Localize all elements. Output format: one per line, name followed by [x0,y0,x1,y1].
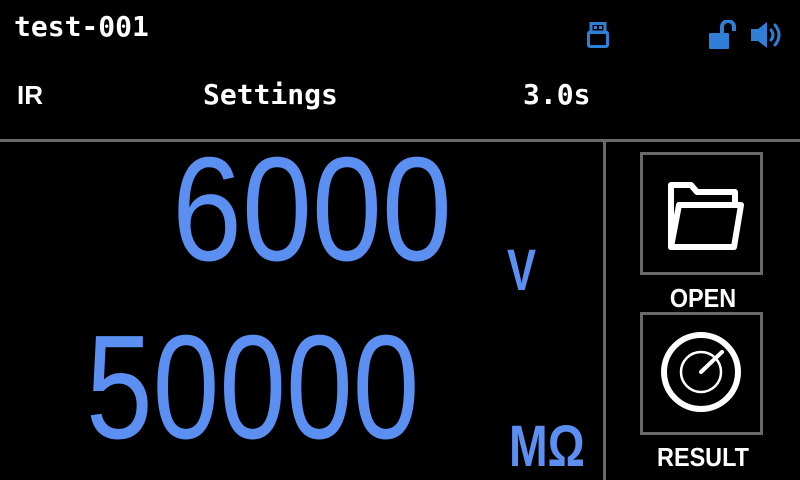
result-button[interactable] [640,312,763,435]
result-button-label[interactable]: RESULT [631,443,775,471]
voltage-unit: V [507,238,537,303]
top-bar: test-001 [0,0,800,62]
resistance-unit: MΩ [509,414,585,479]
test-mode-label: IR [17,80,43,110]
test-time-value: 3.0s [523,78,591,111]
vertical-divider [603,142,606,480]
open-button[interactable] [640,152,763,275]
measurement-readout: 6000 V 50000 MΩ [0,142,603,480]
resistance-value: 50000 [86,305,420,470]
unlocked-padlock-icon[interactable] [708,19,740,50]
gauge-dial-icon [661,332,741,412]
open-button-label[interactable]: OPEN [631,284,775,312]
status-row: IR Settings 3.0s [0,62,800,140]
settings-label[interactable]: Settings [203,78,338,111]
folder-icon [668,182,744,250]
speaker-volume-icon[interactable] [750,20,786,50]
usb-drive-icon [587,22,609,48]
file-title: test-001 [14,10,149,43]
voltage-value: 6000 [172,142,452,292]
